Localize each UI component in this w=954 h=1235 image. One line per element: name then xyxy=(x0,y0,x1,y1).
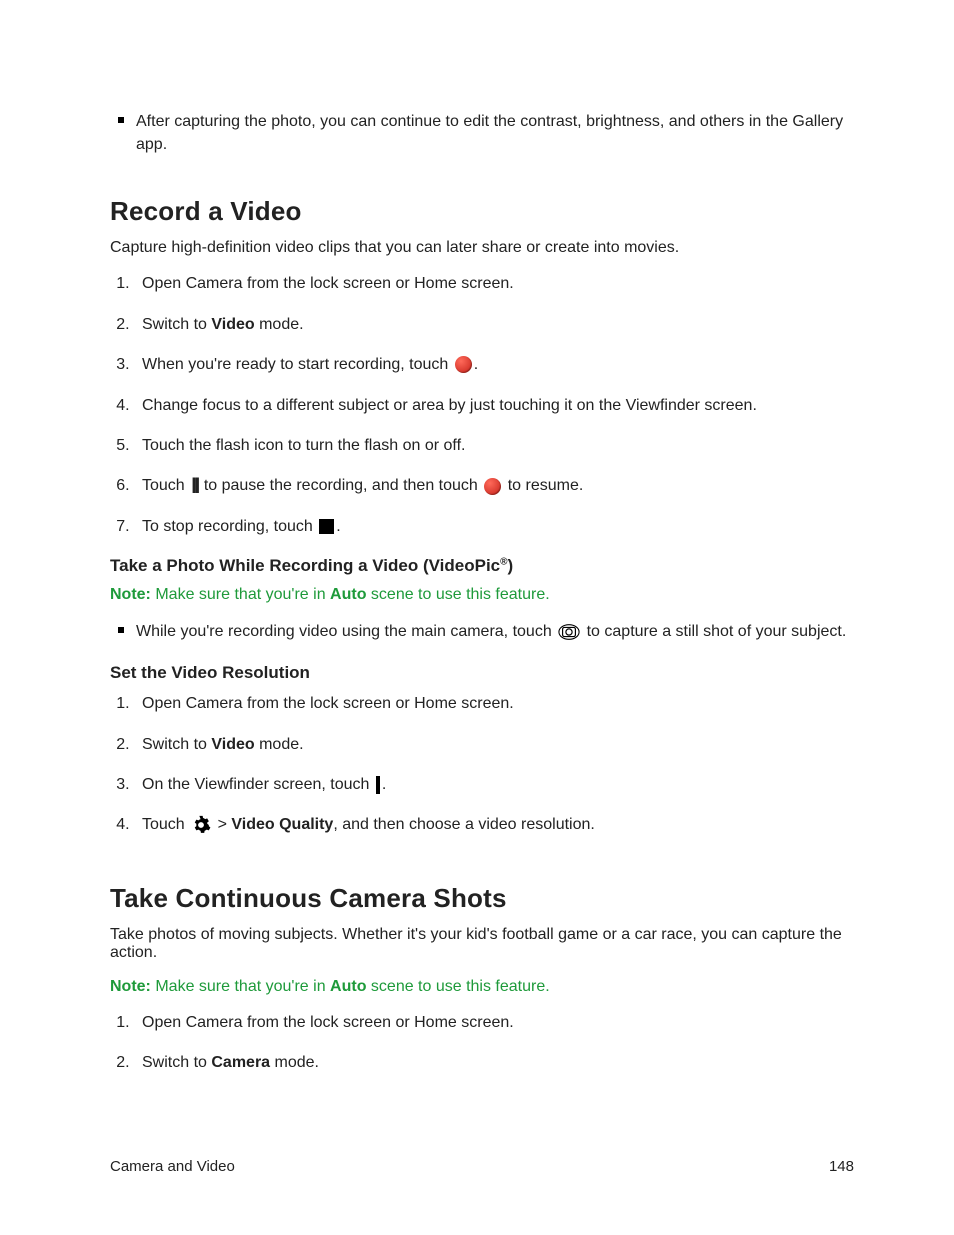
step: Open Camera from the lock screen or Home… xyxy=(134,693,854,715)
step: Open Camera from the lock screen or Home… xyxy=(134,273,854,295)
intro-bullet-list: After capturing the photo, you can conti… xyxy=(110,110,854,156)
step: Touch > Video Quality, and then choose a… xyxy=(134,814,854,836)
step: To stop recording, touch . xyxy=(134,516,854,538)
step: When you're ready to start recording, to… xyxy=(134,354,854,376)
overflow-icon xyxy=(376,776,380,794)
footer-section: Camera and Video xyxy=(110,1158,235,1175)
video-resolution-steps: Open Camera from the lock screen or Home… xyxy=(110,693,854,837)
intro-bullet: After capturing the photo, you can conti… xyxy=(136,110,854,156)
step: Open Camera from the lock screen or Home… xyxy=(134,1012,854,1034)
page-content: After capturing the photo, you can conti… xyxy=(0,0,954,1075)
step: Switch to Camera mode. xyxy=(134,1052,854,1074)
gear-icon xyxy=(191,815,211,835)
record-video-steps: Open Camera from the lock screen or Home… xyxy=(110,273,854,538)
continuous-lead: Take photos of moving subjects. Whether … xyxy=(110,926,854,962)
step: Touch II to pause the recording, and the… xyxy=(134,475,854,497)
videopic-bullets: While you're recording video using the m… xyxy=(110,620,854,643)
record-icon xyxy=(484,478,501,495)
step: Touch the flash icon to turn the flash o… xyxy=(134,435,854,457)
continuous-steps: Open Camera from the lock screen or Home… xyxy=(110,1012,854,1075)
heading-record-video: Record a Video xyxy=(110,196,854,227)
heading-video-resolution: Set the Video Resolution xyxy=(110,663,854,683)
list-item: While you're recording video using the m… xyxy=(136,620,854,643)
page-footer: Camera and Video 148 xyxy=(110,1158,854,1175)
camera-icon xyxy=(558,623,580,641)
step: Switch to Video mode. xyxy=(134,314,854,336)
page-number: 148 xyxy=(829,1158,854,1175)
heading-videopic: Take a Photo While Recording a Video (Vi… xyxy=(110,556,854,576)
step: Switch to Video mode. xyxy=(134,734,854,756)
heading-continuous-shots: Take Continuous Camera Shots xyxy=(110,883,854,914)
note-continuous: Note: Make sure that you're in Auto scen… xyxy=(110,978,854,996)
note-videopic: Note: Make sure that you're in Auto scen… xyxy=(110,586,854,604)
record-icon xyxy=(455,356,472,373)
record-video-lead: Capture high-definition video clips that… xyxy=(110,239,854,257)
step: On the Viewfinder screen, touch . xyxy=(134,774,854,796)
step: Change focus to a different subject or a… xyxy=(134,395,854,417)
stop-icon xyxy=(319,519,334,534)
